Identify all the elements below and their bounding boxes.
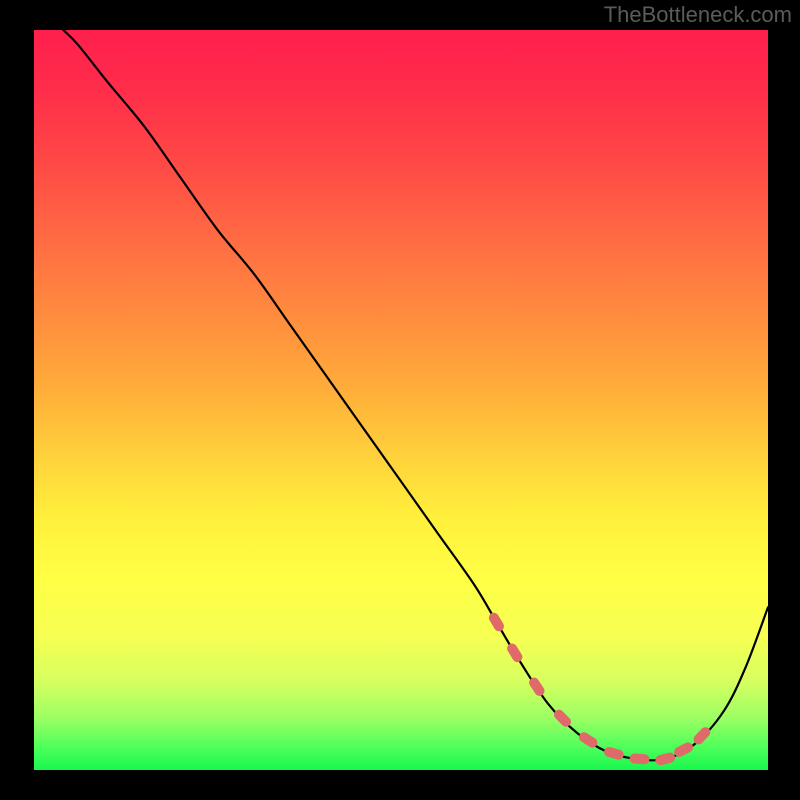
watermark-text: TheBottleneck.com <box>604 2 792 28</box>
chart-svg <box>34 30 768 770</box>
plot-area <box>34 30 768 770</box>
optimal-dash <box>534 683 540 691</box>
optimal-dash <box>635 759 645 760</box>
optimal-dash <box>699 732 706 739</box>
optimal-dash <box>512 649 517 658</box>
optimal-dash <box>559 715 566 722</box>
optimal-dash <box>679 747 688 752</box>
optimal-range-dashes <box>494 618 705 760</box>
optimal-dash <box>494 618 499 627</box>
chart-frame: TheBottleneck.com <box>0 0 800 800</box>
optimal-dash <box>584 737 592 742</box>
optimal-dash <box>609 752 619 755</box>
optimal-dash <box>660 758 670 760</box>
bottleneck-curve <box>63 30 768 760</box>
